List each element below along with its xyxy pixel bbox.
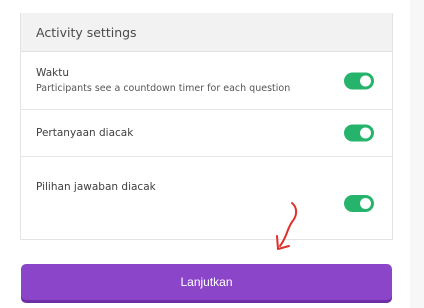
- toggle-knob: [360, 127, 371, 139]
- toggle-knob: [360, 198, 371, 209]
- waktu-toggle[interactable]: [344, 72, 374, 89]
- activity-settings-panel: Activity settings Waktu Participants see…: [20, 13, 393, 240]
- setting-row-pilihan-jawaban-diacak: Pilihan jawaban diacak: [21, 157, 392, 225]
- hand-drawn-arrow-icon: [276, 202, 298, 250]
- setting-label-waktu: Waktu: [36, 67, 69, 79]
- toggle-knob: [360, 75, 371, 86]
- pilihan-jawaban-diacak-toggle[interactable]: [344, 195, 374, 212]
- setting-label-pertanyaan-diacak: Pertanyaan diacak: [36, 127, 134, 139]
- setting-row-pertanyaan-diacak: Pertanyaan diacak: [21, 110, 392, 157]
- setting-row-waktu: Waktu Participants see a countdown timer…: [21, 52, 392, 110]
- page: Activity settings Waktu Participants see…: [0, 0, 424, 308]
- setting-description-waktu: Participants see a countdown timer for e…: [36, 83, 291, 94]
- pertanyaan-diacak-toggle[interactable]: [344, 124, 374, 142]
- setting-label-pilihan-jawaban-diacak: Pilihan jawaban diacak: [36, 181, 156, 193]
- panel-title: Activity settings: [36, 24, 137, 40]
- right-pane: [410, 0, 424, 308]
- panel-header: Activity settings: [21, 13, 392, 52]
- continue-button[interactable]: Lanjutkan: [21, 264, 392, 300]
